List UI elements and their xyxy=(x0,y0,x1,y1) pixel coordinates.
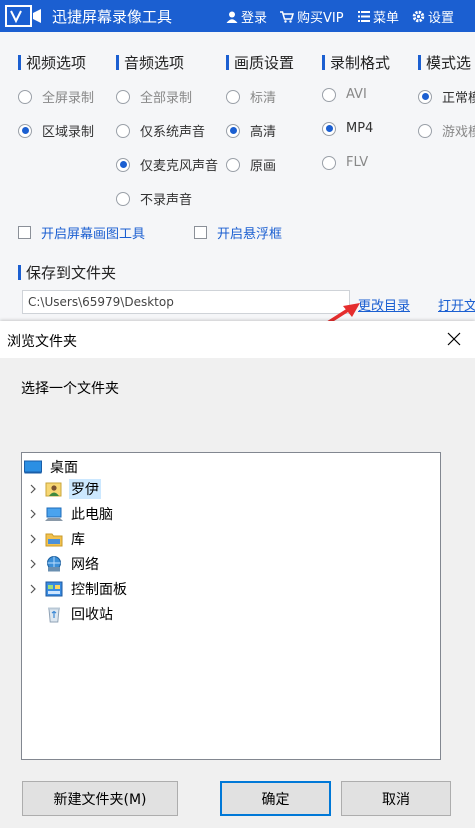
chevron-right-icon[interactable] xyxy=(28,559,38,569)
radio-quality-sd[interactable]: 标清 xyxy=(226,87,276,106)
gear-icon xyxy=(412,10,425,23)
settings-button[interactable]: 设置 xyxy=(412,7,454,26)
tree-item-library[interactable]: 库 xyxy=(45,528,87,550)
hamburger-menu-icon xyxy=(358,11,370,22)
record-format-heading: 录制格式 xyxy=(322,52,390,73)
radio-no-sound[interactable]: 不录声音 xyxy=(116,189,192,208)
radio-mode-normal[interactable]: 正常模 xyxy=(418,87,475,106)
app-title: 迅捷屏幕录像工具 xyxy=(52,8,173,26)
change-directory-link[interactable]: 更改目录 xyxy=(358,295,410,314)
radio-system-sound-only[interactable]: 仅系统声音 xyxy=(116,121,205,140)
tree-item-this-pc[interactable]: 此电脑 xyxy=(45,503,115,525)
tree-item-network[interactable]: 网络 xyxy=(45,553,101,575)
radio-quality-original[interactable]: 原画 xyxy=(226,155,276,174)
save-path-input[interactable]: C:\Users\65979\Desktop xyxy=(22,290,350,314)
open-directory-link[interactable]: 打开文 xyxy=(438,295,475,314)
mode-options-heading: 模式选 xyxy=(418,52,471,73)
dialog-titlebar: 浏览文件夹 xyxy=(0,321,475,358)
video-options-heading: 视频选项 xyxy=(18,52,86,73)
tree-item-user-folder[interactable]: 罗伊 xyxy=(45,478,101,500)
network-icon xyxy=(47,556,61,572)
tree-item-desktop[interactable]: 桌面 xyxy=(24,456,80,478)
ok-button[interactable]: 确定 xyxy=(220,781,331,816)
user-folder-icon xyxy=(45,482,62,497)
chevron-right-icon[interactable] xyxy=(28,534,38,544)
computer-icon xyxy=(45,507,63,521)
dialog-prompt: 选择一个文件夹 xyxy=(21,381,119,397)
quality-settings-heading: 画质设置 xyxy=(226,52,294,73)
radio-record-all-audio[interactable]: 全部录制 xyxy=(116,87,192,106)
menu-button[interactable]: 菜单 xyxy=(358,7,399,26)
radio-quality-hd[interactable]: 高清 xyxy=(226,121,276,140)
buy-vip-button[interactable]: 购买VIP xyxy=(280,7,344,26)
checkbox-screen-paint[interactable]: 开启屏幕画图工具 xyxy=(18,223,145,242)
user-icon xyxy=(226,11,238,23)
chevron-right-icon[interactable] xyxy=(28,584,38,594)
new-folder-button[interactable]: 新建文件夹(M) xyxy=(22,781,178,816)
app-titlebar: 迅捷屏幕录像工具 登录 购买VIP 菜单 设置 xyxy=(0,0,475,32)
login-button[interactable]: 登录 xyxy=(226,7,267,26)
audio-options-heading: 音频选项 xyxy=(116,52,184,73)
chevron-right-icon[interactable] xyxy=(28,484,38,494)
radio-area-record[interactable]: 区域录制 xyxy=(18,121,94,140)
dialog-title: 浏览文件夹 xyxy=(7,334,77,350)
browse-folder-dialog: 浏览文件夹 选择一个文件夹 桌面 罗伊 此电脑 库 网络 控制面板 回收站 新建… xyxy=(0,321,475,828)
chevron-right-icon[interactable] xyxy=(28,509,38,519)
radio-microphone-only[interactable]: 仅麦克风声音 xyxy=(116,155,218,174)
library-icon xyxy=(45,533,63,547)
recycle-bin-icon xyxy=(48,607,60,623)
radio-format-flv[interactable]: FLV xyxy=(322,155,368,170)
app-logo-icon xyxy=(5,5,41,27)
tree-item-control-panel[interactable]: 控制面板 xyxy=(45,578,129,600)
desktop-icon xyxy=(24,460,42,474)
tree-item-recycle-bin[interactable]: 回收站 xyxy=(45,603,115,625)
checkbox-float-frame[interactable]: 开启悬浮框 xyxy=(194,223,282,242)
control-panel-icon xyxy=(45,581,63,597)
cart-icon xyxy=(280,10,294,23)
radio-format-avi[interactable]: AVI xyxy=(322,87,367,102)
recorder-settings-panel: 视频选项 音频选项 画质设置 录制格式 模式选 全屏录制 区域录制 全部录制 仅… xyxy=(0,32,475,327)
save-folder-heading: 保存到文件夹 xyxy=(18,262,116,283)
folder-tree[interactable]: 桌面 罗伊 此电脑 库 网络 控制面板 回收站 xyxy=(21,452,441,760)
radio-fullscreen[interactable]: 全屏录制 xyxy=(18,87,94,106)
radio-mode-game[interactable]: 游戏模 xyxy=(418,121,475,140)
cancel-button[interactable]: 取消 xyxy=(341,781,451,816)
close-icon[interactable] xyxy=(447,332,461,346)
radio-format-mp4[interactable]: MP4 xyxy=(322,121,373,136)
